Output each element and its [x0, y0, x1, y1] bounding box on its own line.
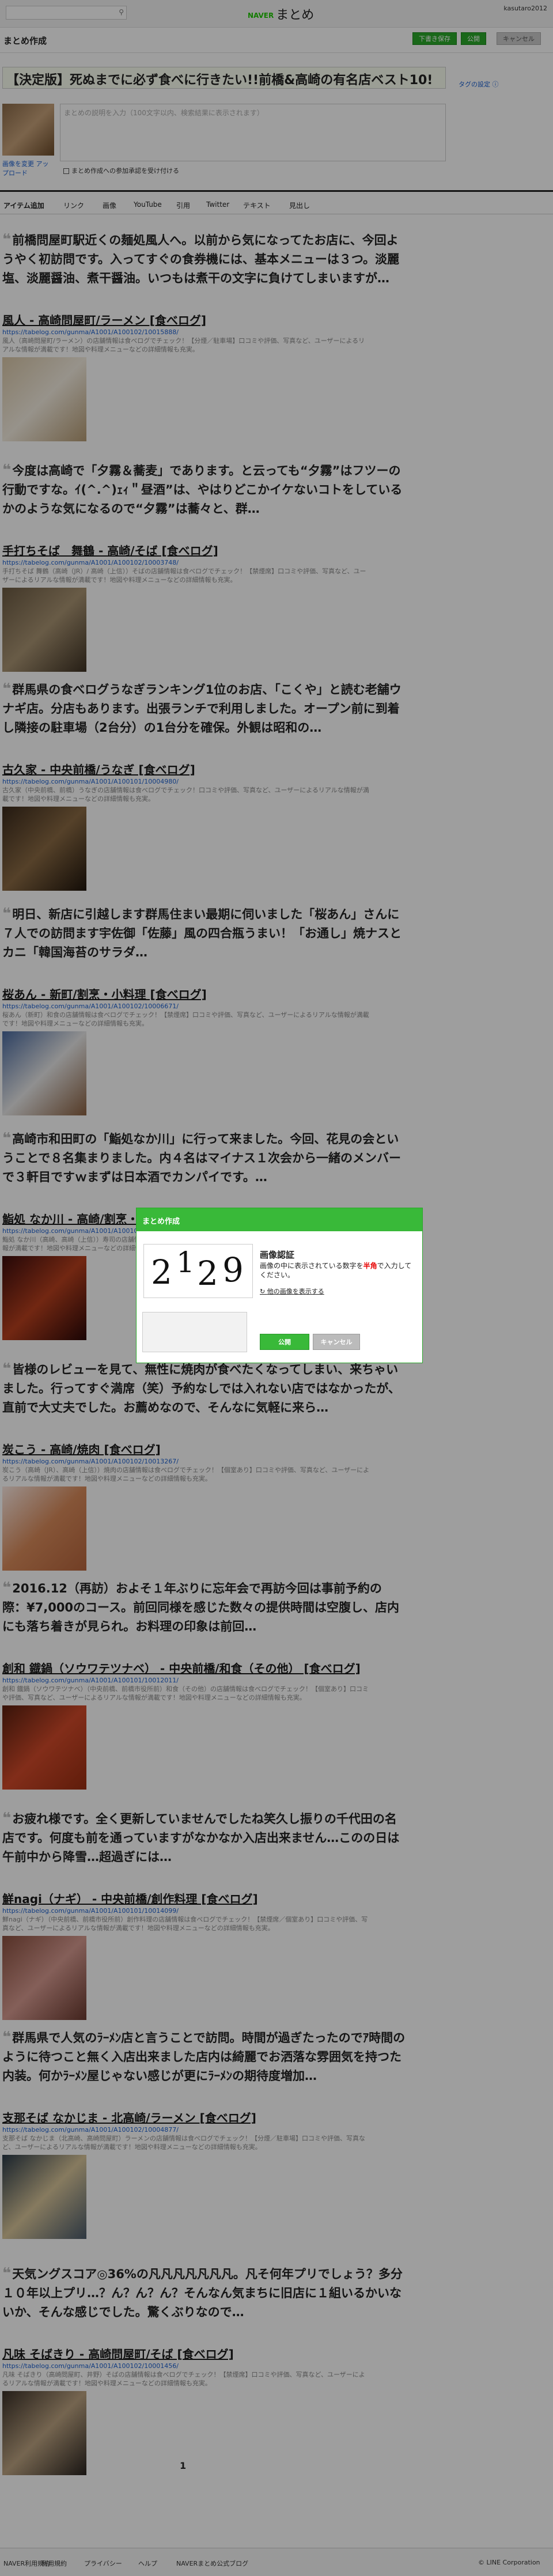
page: ⚲ NAVER まとめ kasutaro2012 まとめ作成 下書き保存 公開 キ…: [0, 0, 553, 2576]
captcha-input[interactable]: [142, 1312, 247, 1352]
captcha-image: 2 1 2 9: [143, 1244, 253, 1298]
captcha-label: 画像認証: [260, 1250, 295, 1260]
captcha-submit-button[interactable]: 公開: [260, 1334, 309, 1350]
captcha-digit: 9: [222, 1250, 244, 1289]
captcha-dialog: まとめ作成 2 1 2 9 画像認証 画像の中に表示されている数字を半角で入力し…: [136, 1208, 423, 1363]
other-image-label: 他の画像を表示する: [267, 1288, 324, 1295]
captcha-digit: 2: [197, 1254, 218, 1293]
dialog-header: まとめ作成: [137, 1208, 422, 1231]
instruction-halfwidth: 半角: [363, 1262, 377, 1270]
instruction-text: 画像の中に表示されている数字を: [260, 1262, 363, 1270]
captcha-digit: 1: [176, 1246, 195, 1279]
other-image-link[interactable]: ↻ 他の画像を表示する: [260, 1287, 324, 1296]
captcha-cancel-button[interactable]: キャンセル: [313, 1334, 360, 1350]
dialog-title: まとめ作成: [142, 1217, 180, 1226]
captcha-instruction: 画像の中に表示されている数字を半角で入力してください。: [260, 1261, 415, 1280]
captcha-digit: 2: [151, 1253, 172, 1292]
